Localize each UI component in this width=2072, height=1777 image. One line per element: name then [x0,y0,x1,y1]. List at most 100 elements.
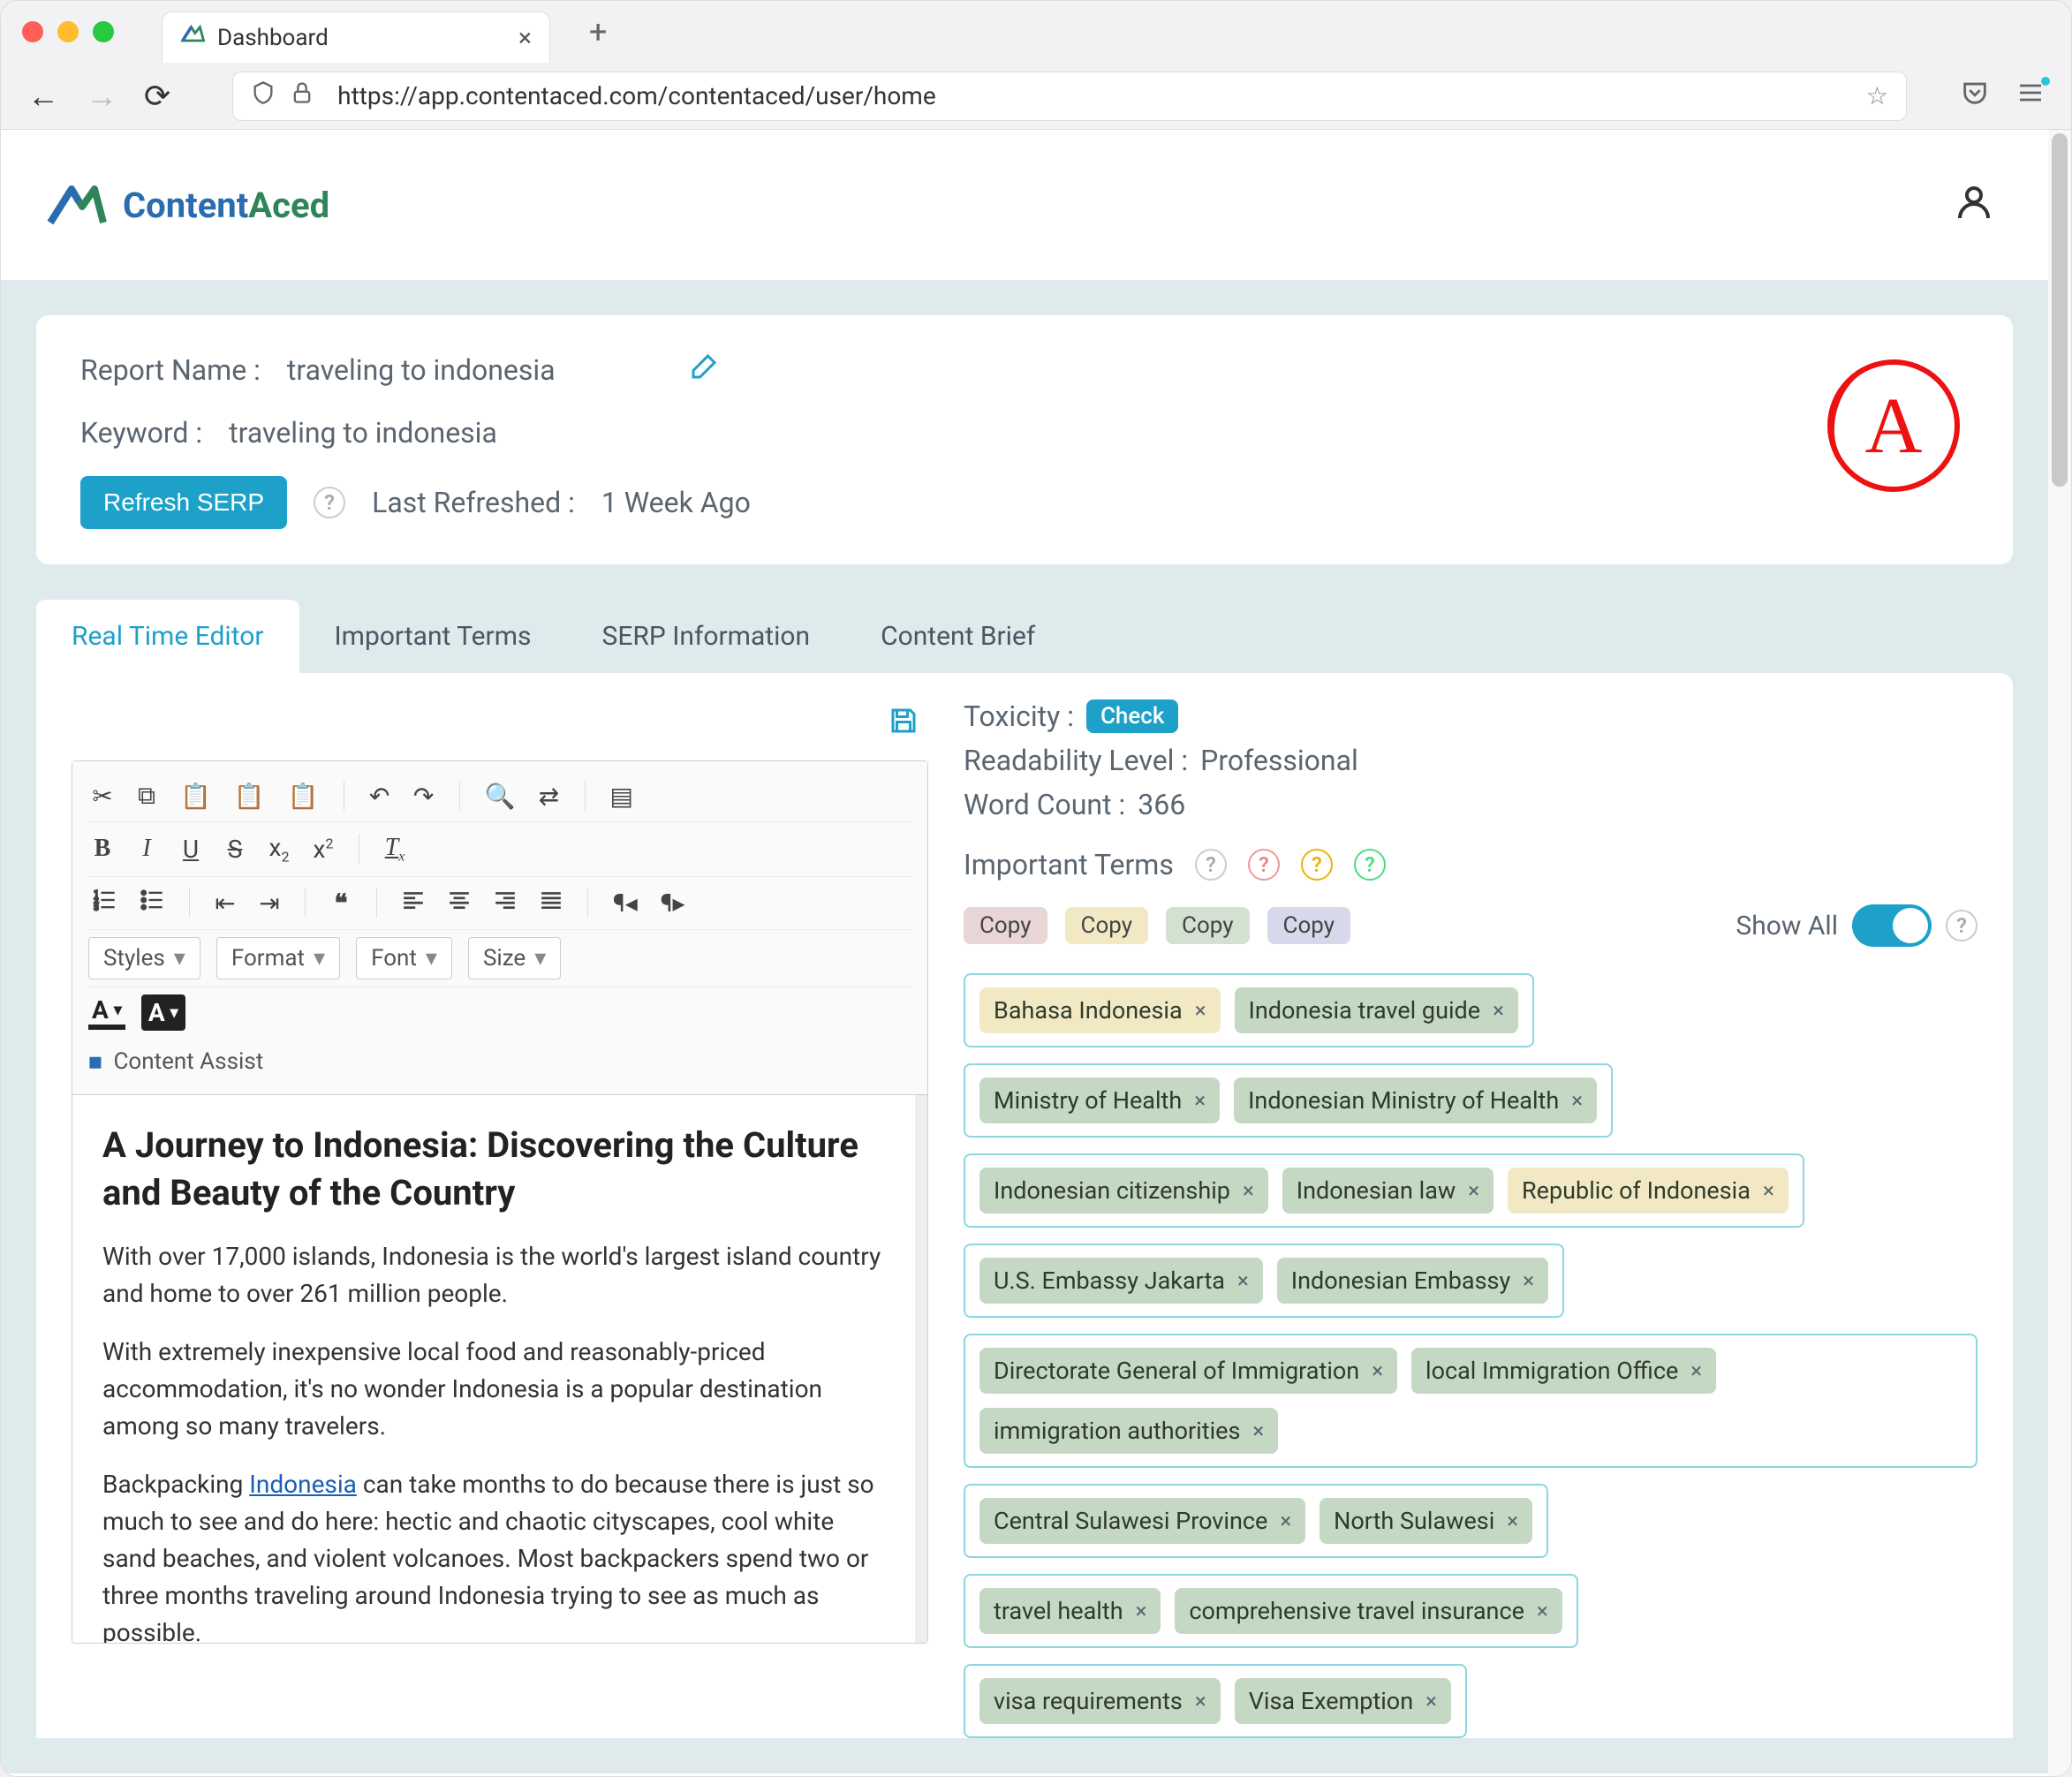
term-chip[interactable]: North Sulawesi× [1320,1498,1532,1544]
toxicity-check-button[interactable]: Check [1086,699,1178,733]
superscript-button[interactable]: x2 [309,831,337,867]
term-chip-remove-icon[interactable]: × [1243,1178,1254,1203]
term-chip[interactable]: Central Sulawesi Province× [979,1498,1305,1544]
copy-pill-1[interactable]: Copy [964,907,1047,944]
tab-serp-information[interactable]: SERP Information [567,600,846,673]
term-chip[interactable]: comprehensive travel insurance× [1175,1588,1562,1634]
tab-content-brief[interactable]: Content Brief [845,600,1070,673]
underline-button[interactable]: U [177,831,205,867]
term-chip[interactable]: Indonesian citizenship× [979,1168,1268,1214]
term-chip-remove-icon[interactable]: × [1571,1088,1583,1113]
term-chip-remove-icon[interactable]: × [1372,1358,1383,1383]
forward-button[interactable]: → [86,78,117,115]
term-chip[interactable]: Republic of Indonesia× [1508,1168,1788,1214]
align-justify-button[interactable] [536,885,566,921]
term-chip-remove-icon[interactable]: × [1690,1358,1702,1383]
brand-logo[interactable]: ContentAced [45,180,329,230]
refresh-serp-button[interactable]: Refresh SERP [80,476,287,529]
term-chip[interactable]: Visa Exemption× [1235,1678,1451,1724]
copy-pill-3[interactable]: Copy [1166,907,1250,944]
bold-button[interactable]: B [88,831,117,866]
outdent-button[interactable]: ⇤ [211,885,239,921]
format-dropdown[interactable]: Format▾ [216,937,340,979]
select-all-icon[interactable]: ▤ [607,778,637,814]
align-left-button[interactable] [398,885,428,921]
term-chip-remove-icon[interactable]: × [1468,1178,1479,1203]
back-button[interactable]: ← [27,78,59,115]
paste-text-icon[interactable]: 📋 [231,778,268,814]
term-chip-remove-icon[interactable]: × [1425,1689,1437,1713]
edit-report-name-icon[interactable] [688,351,720,389]
copy-pill-2[interactable]: Copy [1065,907,1149,944]
scrollbar-thumb[interactable] [2052,133,2068,487]
terms-help-icon[interactable]: ? [1195,849,1227,881]
term-chip-remove-icon[interactable]: × [1763,1178,1774,1203]
align-center-button[interactable] [444,885,474,921]
window-maximize-button[interactable] [93,21,114,42]
styles-dropdown[interactable]: Styles▾ [88,937,200,979]
subscript-button[interactable]: x2 [265,829,293,869]
show-all-toggle[interactable] [1852,904,1932,947]
unordered-list-button[interactable] [136,884,168,922]
new-tab-button[interactable]: + [589,13,607,50]
redo-icon[interactable]: ↷ [410,778,438,814]
term-chip-remove-icon[interactable]: × [1493,998,1504,1023]
term-chip[interactable]: visa requirements× [979,1678,1221,1724]
size-dropdown[interactable]: Size▾ [468,937,561,979]
window-minimize-button[interactable] [57,21,79,42]
paste-word-icon[interactable]: 📋 [284,778,322,814]
rtl-button[interactable]: ¶▸ [657,885,689,921]
refresh-help-icon[interactable]: ? [314,487,345,518]
copy-pill-4[interactable]: Copy [1267,907,1351,944]
window-close-button[interactable] [22,21,43,42]
tab-real-time-editor[interactable]: Real Time Editor [36,600,299,673]
terms-green-help-icon[interactable]: ? [1354,849,1386,881]
term-chip[interactable]: travel health× [979,1588,1161,1634]
cut-icon[interactable]: ✂ [88,778,117,814]
menu-icon[interactable] [2016,79,2045,113]
ltr-button[interactable]: ¶◂ [609,885,641,921]
ordered-list-button[interactable]: 123 [88,884,120,922]
bookmark-star-icon[interactable]: ☆ [1866,81,1888,110]
reload-button[interactable]: ⟳ [144,78,170,115]
term-chip-remove-icon[interactable]: × [1237,1268,1249,1293]
tab-important-terms[interactable]: Important Terms [299,600,567,673]
strikethrough-button[interactable]: S [221,831,249,867]
term-chip[interactable]: Indonesian Embassy× [1277,1258,1548,1304]
terms-red-help-icon[interactable]: ? [1248,849,1280,881]
editor-content-area[interactable]: A Journey to Indonesia: Discovering the … [72,1095,927,1643]
term-chip-remove-icon[interactable]: × [1252,1418,1264,1443]
address-bar[interactable]: https://app.contentaced.com/contentaced/… [232,72,1907,121]
term-chip[interactable]: local Immigration Office× [1411,1348,1716,1394]
term-chip[interactable]: Ministry of Health× [979,1078,1220,1123]
show-all-help-icon[interactable]: ? [1946,910,1977,941]
term-chip[interactable]: Indonesia travel guide× [1235,987,1518,1033]
font-dropdown[interactable]: Font▾ [356,937,452,979]
term-chip-remove-icon[interactable]: × [1195,1689,1206,1713]
terms-yellow-help-icon[interactable]: ? [1301,849,1333,881]
undo-icon[interactable]: ↶ [366,778,394,814]
term-chip[interactable]: Directorate General of Immigration× [979,1348,1397,1394]
copy-icon[interactable]: ⧉ [132,777,161,814]
italic-button[interactable]: I [132,831,161,866]
user-account-icon[interactable] [1953,181,1995,230]
term-chip-remove-icon[interactable]: × [1507,1509,1518,1533]
align-right-button[interactable] [490,885,520,921]
browser-tab[interactable]: Dashboard × [162,11,550,63]
term-chip-remove-icon[interactable]: × [1136,1599,1147,1623]
term-chip[interactable]: U.S. Embassy Jakarta× [979,1258,1263,1304]
term-chip-remove-icon[interactable]: × [1523,1268,1534,1293]
blockquote-button[interactable]: ❝ [327,885,355,921]
content-assist-button[interactable]: ◆ Content Assist [85,1038,915,1085]
term-chip[interactable]: Indonesian law× [1282,1168,1494,1214]
term-chip-remove-icon[interactable]: × [1194,1088,1206,1113]
term-chip-remove-icon[interactable]: × [1195,998,1206,1023]
text-color-button[interactable]: A ▾ [88,995,125,1030]
term-chip[interactable]: Indonesian Ministry of Health× [1234,1078,1597,1123]
term-chip[interactable]: Bahasa Indonesia× [979,987,1221,1033]
term-chip[interactable]: immigration authorities× [979,1408,1278,1454]
pocket-icon[interactable] [1960,78,1990,114]
find-icon[interactable]: 🔍 [481,778,519,814]
clear-format-button[interactable]: Tx [381,830,409,869]
indent-button[interactable]: ⇥ [255,885,284,921]
